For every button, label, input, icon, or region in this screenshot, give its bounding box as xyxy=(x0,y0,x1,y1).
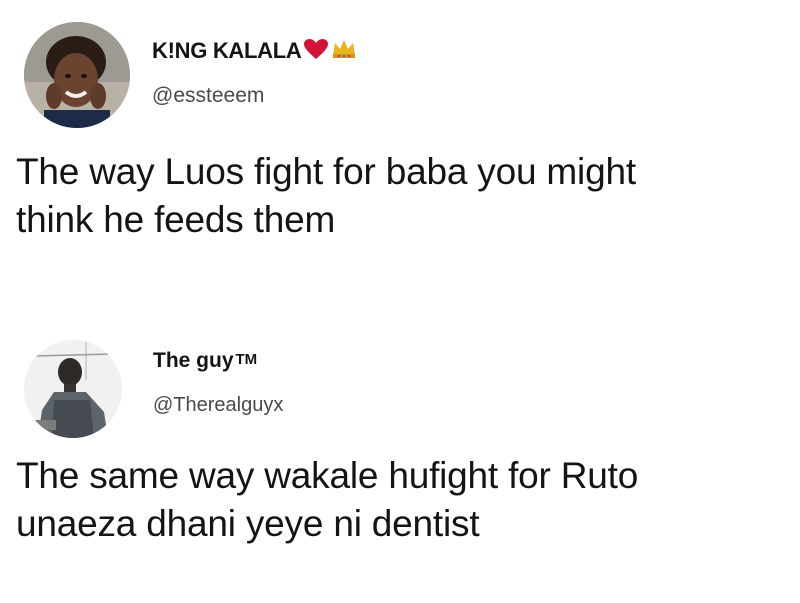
tweet-text-line: The same way wakale hufight for Ruto xyxy=(16,455,639,496)
display-name: K!NG KALALA xyxy=(152,38,302,63)
tweet-text-line: unaeza dhani yeye ni dentist xyxy=(16,503,480,544)
user-avatar[interactable] xyxy=(24,22,130,128)
heart-icon xyxy=(304,39,329,59)
tweet-text: The same way wakale hufight for Ruto una… xyxy=(16,452,796,548)
display-name: The guy xyxy=(153,349,234,372)
author-handle[interactable]: @essteeem xyxy=(152,84,264,108)
trademark-mark: TM xyxy=(235,351,258,368)
avatar-photo-icon xyxy=(24,22,130,128)
crown-icon xyxy=(333,40,356,58)
author-name[interactable]: The guy TM xyxy=(153,349,257,373)
reply-tweet-card: The guy TM @Therealguyx The same way waka… xyxy=(0,318,800,603)
user-avatar[interactable] xyxy=(24,340,122,438)
author-handle[interactable]: @Therealguyx xyxy=(153,394,283,417)
tweet-text: The way Luos fight for baba you might th… xyxy=(16,148,796,244)
author-name[interactable]: K!NG KALALA xyxy=(152,37,357,64)
avatar-photo-icon xyxy=(24,340,122,438)
tweet-text-line: The way Luos fight for baba you might xyxy=(16,151,636,192)
tweet-text-line: think he feeds them xyxy=(16,199,336,240)
tweet-card: K!NG KALALA @essteeem The way Luos fight… xyxy=(0,0,800,300)
